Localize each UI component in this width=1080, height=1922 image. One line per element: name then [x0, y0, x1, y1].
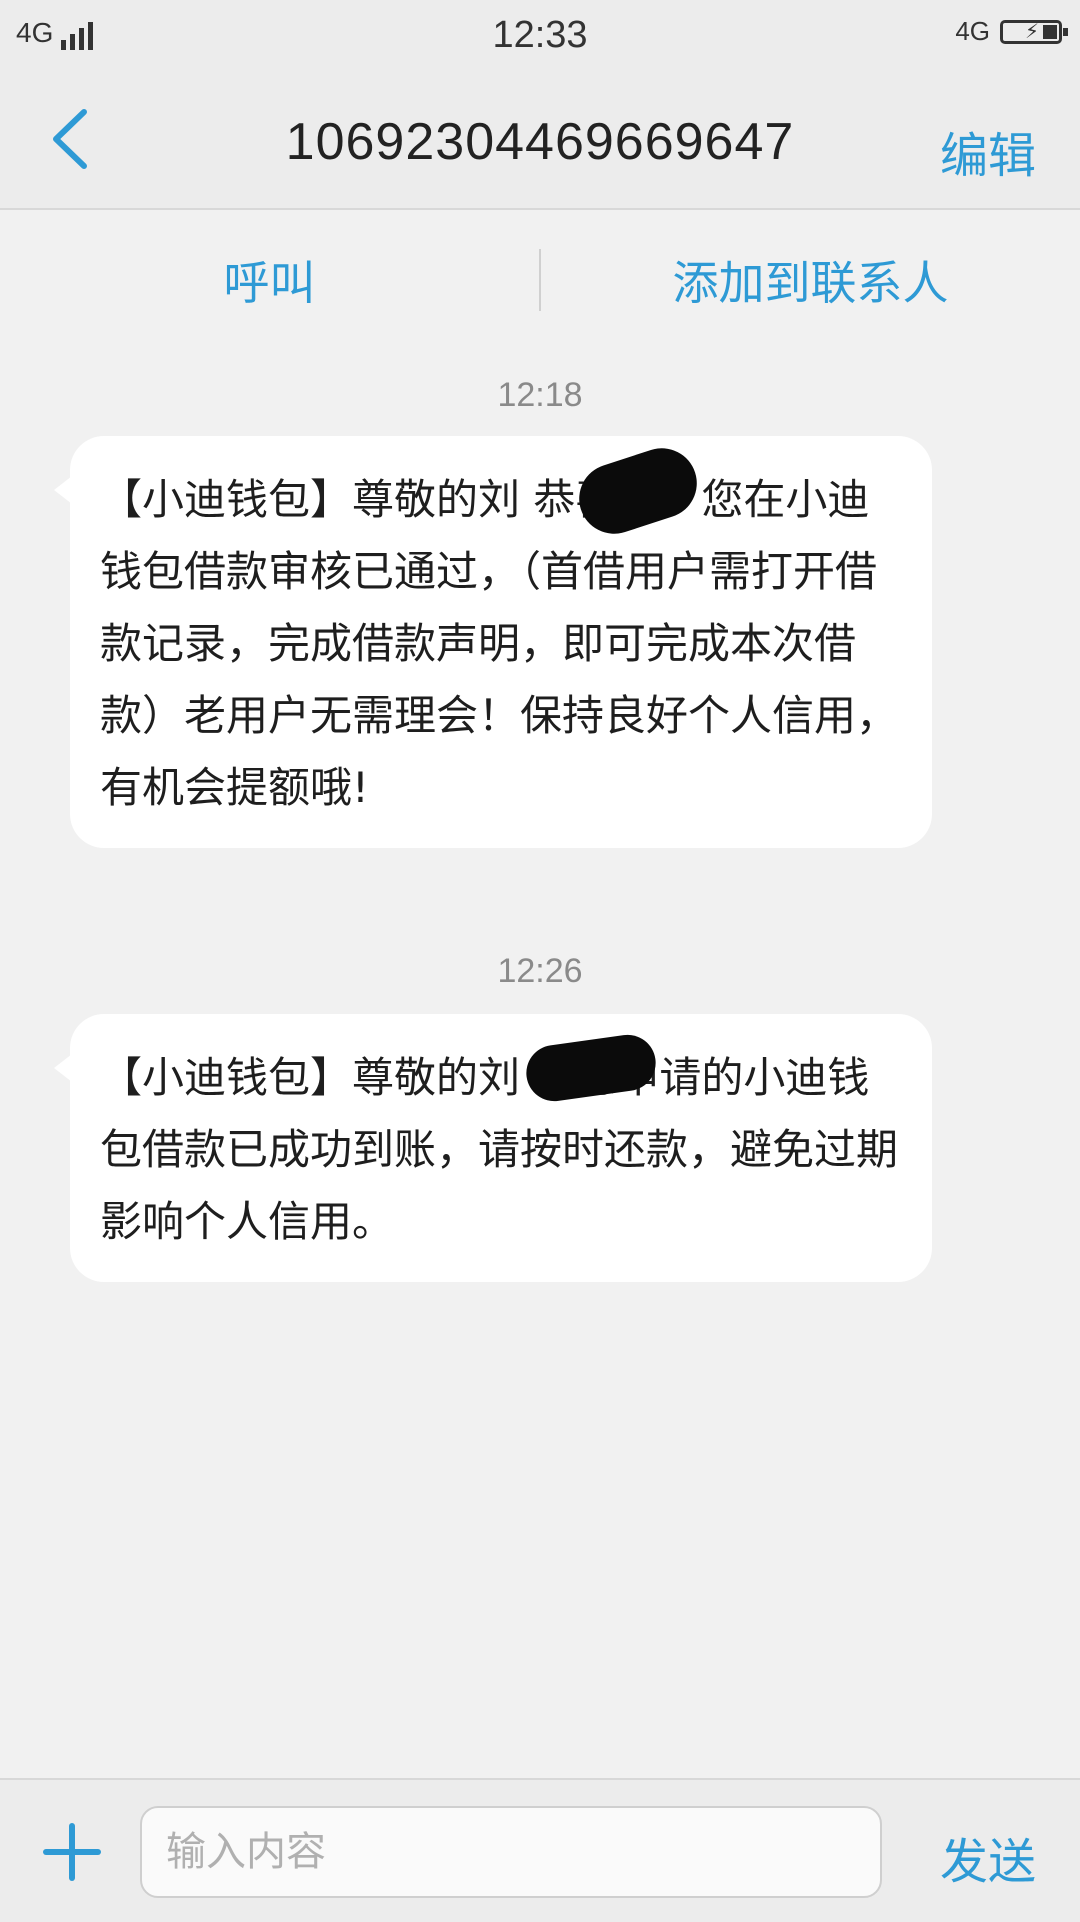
network-type-secondary: 4G [955, 16, 990, 46]
charging-icon: ⚡ [1025, 18, 1040, 43]
message-input[interactable] [140, 1806, 882, 1898]
battery-icon: ⚡ [1000, 18, 1068, 44]
edit-button[interactable]: 编辑 [940, 116, 1036, 186]
plus-icon [43, 1823, 101, 1881]
status-bar: 4G 12:33 4G ⚡ [0, 0, 1080, 78]
contact-actions: 呼叫 添加到联系人 [0, 210, 1080, 350]
send-button[interactable]: 发送 [940, 1822, 1036, 1892]
message-text: 【小迪钱包】尊敬的刘 恭喜您！您在小迪钱包借款审核已通过，（首借用户需打开借款记… [100, 475, 899, 812]
message-bubble[interactable]: 【小迪钱包】尊敬的刘 恭喜您！您在小迪钱包借款审核已通过，（首借用户需打开借款记… [54, 436, 932, 848]
composer-bar: 发送 [0, 1778, 1080, 1922]
call-button[interactable]: 呼叫 [0, 247, 539, 313]
message-timestamp: 12:18 [497, 376, 583, 414]
conversation-title: 10692304469669647 [285, 113, 795, 171]
status-time: 12:33 [492, 14, 588, 56]
message-bubble[interactable]: 【小迪钱包】尊敬的刘 ：您申请的小迪钱包借款已成功到账，请按时还款，避免过期影响… [54, 1014, 932, 1282]
conversation-header: 10692304469669647 编辑 [0, 78, 1080, 210]
status-right: 4G ⚡ [955, 16, 1068, 47]
add-contact-button[interactable]: 添加到联系人 [541, 247, 1080, 313]
message-timestamp: 12:26 [497, 952, 583, 990]
redaction-mark [570, 439, 706, 543]
attach-button[interactable] [36, 1816, 108, 1888]
message-text: 【小迪钱包】尊敬的刘 ：您申请的小迪钱包借款已成功到账，请按时还款，避免过期影响… [100, 1053, 899, 1246]
